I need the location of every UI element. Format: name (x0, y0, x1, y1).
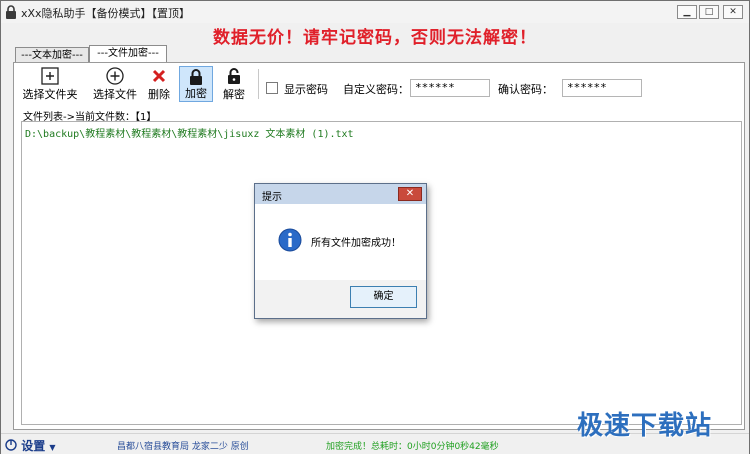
custom-password-label: 自定义密码： (343, 83, 409, 96)
window-title: xXx隐私助手【备份模式】【置顶】 (21, 7, 191, 20)
minimize-button[interactable]: ▁ (677, 5, 697, 19)
confirm-password-field[interactable]: ****** (562, 79, 642, 97)
delete-x-icon (152, 69, 166, 83)
decrypt-button[interactable]: 解密 (218, 66, 250, 102)
dialog-close-button[interactable]: ✕ (398, 187, 422, 201)
delete-button[interactable]: 删除 (145, 66, 173, 102)
maximize-button[interactable]: □ (699, 5, 719, 19)
delete-label: 删除 (148, 88, 170, 101)
show-password-checkbox[interactable]: 显示密码 (266, 81, 328, 97)
success-dialog: 提示 ✕ 所有文件加密成功！ 确定 (254, 183, 427, 319)
dialog-title: 提示 (262, 192, 282, 203)
add-folder-icon (41, 67, 59, 85)
custom-password-field[interactable]: ****** (410, 79, 490, 97)
info-icon (278, 228, 302, 252)
select-file-label: 选择文件 (93, 88, 137, 101)
checkbox-box[interactable] (266, 82, 278, 94)
settings-button[interactable]: 设置 ▼ (5, 437, 56, 454)
dialog-title-bar[interactable]: 提示 ✕ (255, 184, 426, 204)
app-window: xXx隐私助手【备份模式】【置顶】 ▁ □ ✕ 数据无价！请牢记密码，否则无法解… (0, 0, 750, 454)
dialog-message: 所有文件加密成功！ (311, 238, 401, 249)
tab-text-encrypt[interactable]: ---文本加密--- (15, 47, 89, 63)
unlock-icon (228, 68, 240, 84)
close-button[interactable]: ✕ (723, 5, 743, 19)
file-list-item[interactable]: D:\backup\教程素材\教程素材\教程素材\jisuxz 文本素材 (1)… (25, 125, 354, 140)
select-file-button[interactable]: 选择文件 (88, 66, 142, 102)
status-message: 加密完成！总耗时：0小时0分钟0秒42毫秒 (326, 442, 499, 452)
lock-icon (190, 69, 202, 85)
select-folder-button[interactable]: 选择文件夹 (18, 66, 82, 102)
show-password-label: 显示密码 (284, 83, 328, 96)
power-icon (5, 439, 17, 451)
app-lock-icon (6, 5, 16, 19)
decrypt-label: 解密 (223, 88, 245, 101)
select-folder-label: 选择文件夹 (22, 88, 78, 101)
author-credit: 昌都八宿县教育局 龙家二少 原创 (117, 442, 249, 452)
toolbar: 选择文件夹 选择文件 删除 加密 解密 (18, 66, 648, 102)
site-watermark: 极速下载站 (577, 411, 713, 441)
warning-slogan: 数据无价！请牢记密码，否则无法解密！ (213, 28, 537, 48)
encrypt-label: 加密 (185, 87, 207, 100)
dialog-ok-button[interactable]: 确定 (350, 286, 417, 308)
tab-file-encrypt[interactable]: ---文件加密--- (89, 45, 167, 63)
confirm-password-label: 确认密码： (498, 83, 553, 96)
chevron-down-icon: ▼ (49, 443, 56, 452)
toolbar-divider (258, 69, 259, 99)
encrypt-button[interactable]: 加密 (179, 66, 213, 102)
title-bar[interactable]: xXx隐私助手【备份模式】【置顶】 ▁ □ ✕ (1, 1, 749, 23)
settings-label: 设置 (21, 439, 46, 453)
add-file-icon (106, 67, 124, 85)
dialog-body: 所有文件加密成功！ (255, 204, 426, 280)
